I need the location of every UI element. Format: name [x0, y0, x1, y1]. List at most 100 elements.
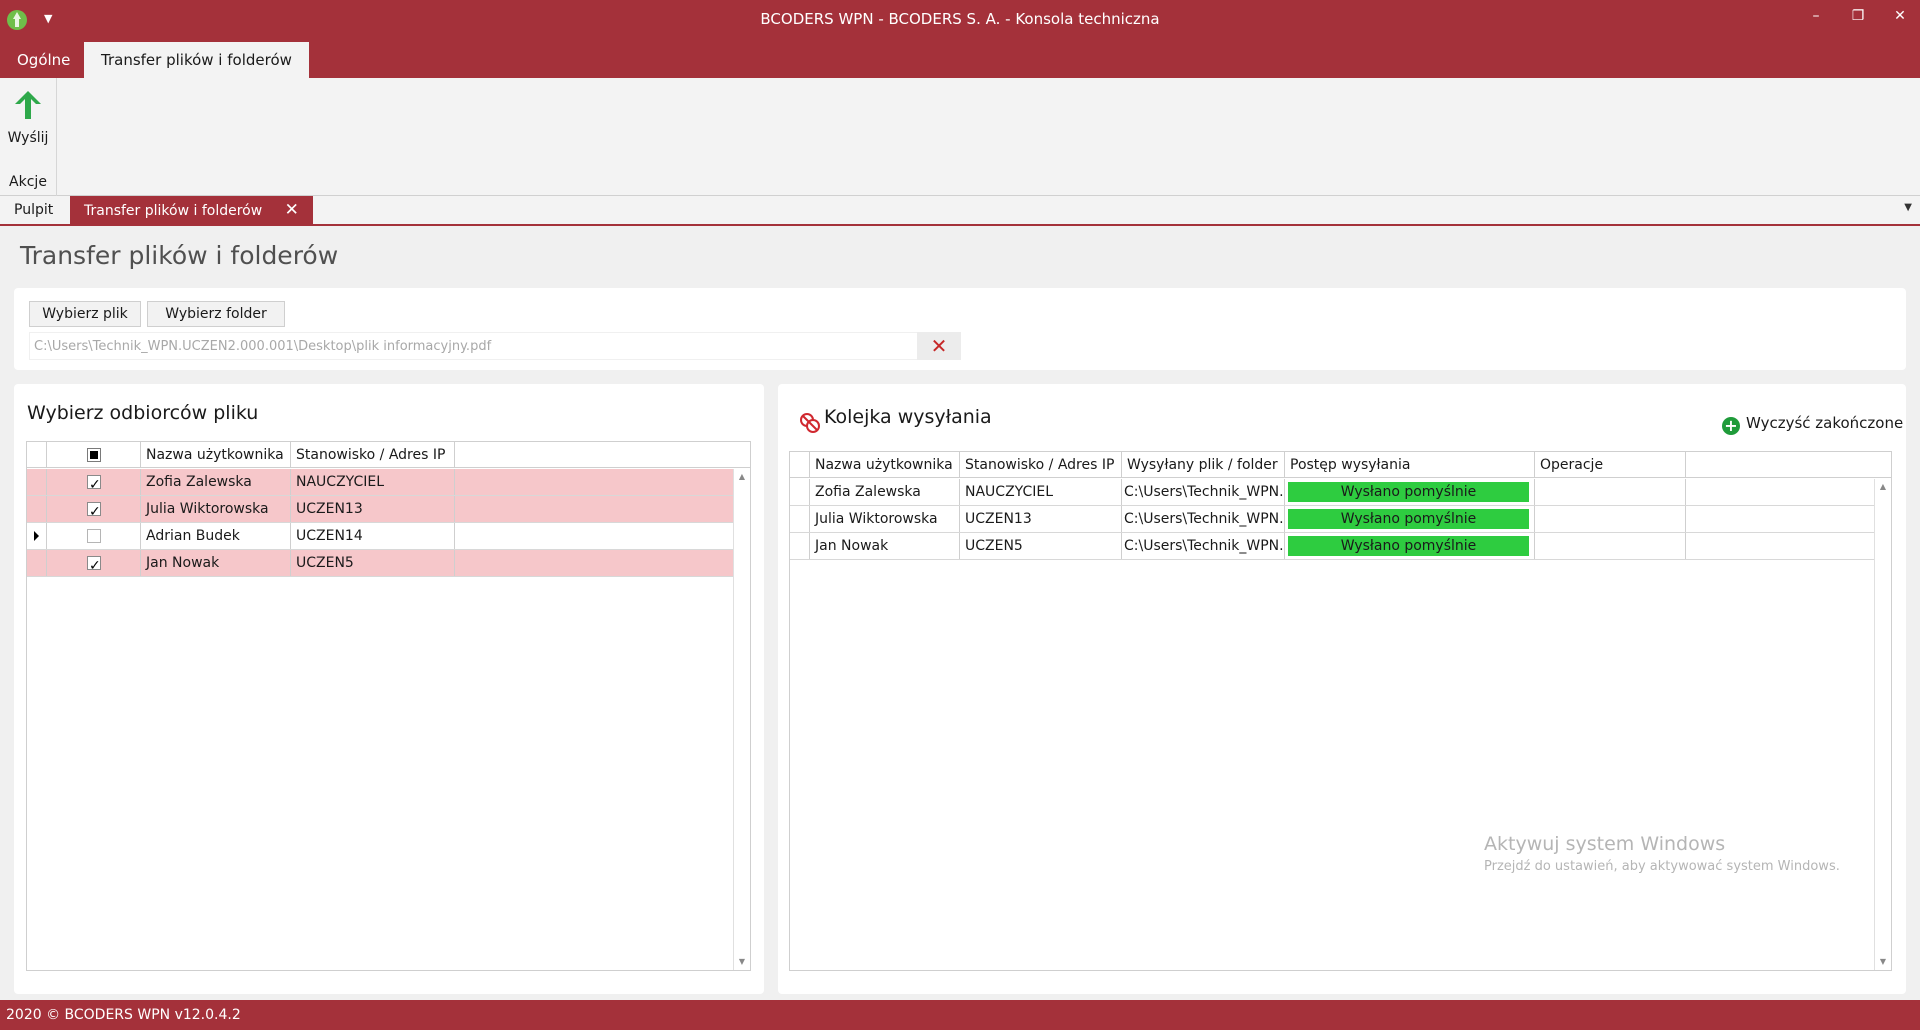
- page-title: Transfer plików i folderów: [20, 241, 339, 270]
- station-cell: UCZEN13: [291, 496, 455, 522]
- status-bar: 2020 © BCODERS WPN v12.0.4.2: [0, 1000, 1920, 1030]
- table-row[interactable]: Jan Nowak UCZEN5 C:\Users\Technik_WPN.U …: [790, 533, 1874, 560]
- ribbon-tab-file-transfer[interactable]: Transfer plików i folderów: [84, 42, 309, 78]
- doc-tab-desktop[interactable]: Pulpit: [0, 196, 67, 224]
- column-header-username[interactable]: Nazwa użytkownika: [141, 442, 291, 467]
- checkmark-icon: ✓: [89, 558, 101, 574]
- operations-cell: [1535, 506, 1686, 532]
- document-tabs: Pulpit Transfer plików i folderów ✕ ▼: [0, 196, 1920, 226]
- row-indicator-header: [790, 452, 810, 477]
- plus-circle-icon: +: [1722, 417, 1740, 435]
- queue-grid: Nazwa użytkownika Stanowisko / Adres IP …: [789, 451, 1892, 971]
- username-cell: Adrian Budek: [141, 523, 291, 549]
- tabs-dropdown-icon[interactable]: ▼: [1904, 202, 1912, 213]
- no-entry-icon: [800, 413, 820, 433]
- doc-tab-file-transfer[interactable]: Transfer plików i folderów ✕: [70, 196, 313, 224]
- file-cell: C:\Users\Technik_WPN.U: [1122, 479, 1285, 505]
- progress-cell: Wysłano pomyślnie: [1285, 533, 1535, 559]
- username-cell: Zofia Zalewska: [810, 479, 960, 505]
- station-cell: UCZEN13: [960, 506, 1122, 532]
- checkbox-cell[interactable]: ✓: [47, 469, 141, 495]
- progress-cell: Wysłano pomyślnie: [1285, 506, 1535, 532]
- username-cell: Jan Nowak: [810, 533, 960, 559]
- progress-bar: Wysłano pomyślnie: [1287, 481, 1530, 503]
- table-row[interactable]: ✓ Zofia Zalewska NAUCZYCIEL: [27, 469, 733, 496]
- recipients-grid-header: Nazwa użytkownika Stanowisko / Adres IP: [27, 442, 750, 468]
- row-indicator-header: [27, 442, 47, 467]
- queue-grid-header: Nazwa użytkownika Stanowisko / Adres IP …: [790, 452, 1891, 478]
- column-header-file[interactable]: Wysyłany plik / folder: [1122, 452, 1285, 477]
- column-header-progress[interactable]: Postęp wysyłania: [1285, 452, 1535, 477]
- queue-title: Kolejka wysyłania: [824, 406, 992, 428]
- file-path-field[interactable]: C:\Users\Technik_WPN.UCZEN2.000.001\Desk…: [29, 332, 929, 360]
- row-indicator-cell: [790, 479, 810, 505]
- row-checkbox[interactable]: [87, 529, 101, 543]
- doc-tab-label: Transfer plików i folderów: [84, 203, 263, 219]
- username-cell: Zofia Zalewska: [141, 469, 291, 495]
- checkbox-cell[interactable]: ✓: [47, 496, 141, 522]
- clear-finished-label: Wyczyść zakończone: [1746, 414, 1904, 432]
- progress-bar: Wysłano pomyślnie: [1287, 508, 1530, 530]
- column-header-operations[interactable]: Operacje: [1535, 452, 1686, 477]
- row-indicator-cell: [790, 533, 810, 559]
- close-window-button[interactable]: ✕: [1880, 4, 1920, 28]
- window-title: BCODERS WPN - BCODERS S. A. - Konsola te…: [760, 10, 1160, 28]
- row-indicator-cell: [27, 550, 47, 576]
- restore-button[interactable]: ❐: [1838, 4, 1878, 28]
- checkbox-cell[interactable]: ✓: [47, 550, 141, 576]
- row-checkbox[interactable]: ✓: [87, 502, 101, 520]
- recipients-scrollbar[interactable]: ▲ ▼: [733, 469, 750, 970]
- scroll-down-icon[interactable]: ▼: [734, 954, 750, 970]
- recipients-grid: Nazwa użytkownika Stanowisko / Adres IP …: [26, 441, 751, 971]
- doc-tab-label: Pulpit: [14, 202, 54, 218]
- progress-bar: Wysłano pomyślnie: [1287, 535, 1530, 557]
- send-button[interactable]: Wyślij: [4, 86, 52, 156]
- ribbon-group-actions: Wyślij Akcje: [0, 78, 57, 196]
- column-header-username[interactable]: Nazwa użytkownika: [810, 452, 960, 477]
- choose-folder-button[interactable]: Wybierz folder: [147, 301, 285, 327]
- ribbon-group-label: Akcje: [9, 174, 47, 190]
- table-row[interactable]: ✓ Jan Nowak UCZEN5: [27, 550, 733, 577]
- title-bar: ▼ BCODERS WPN - BCODERS S. A. - Konsola …: [0, 0, 1920, 40]
- choose-file-button[interactable]: Wybierz plik: [29, 301, 141, 327]
- row-checkbox[interactable]: ✓: [87, 556, 101, 574]
- table-row[interactable]: Adrian Budek UCZEN14: [27, 523, 733, 550]
- queue-card: Kolejka wysyłania + Wyczyść zakończone Na…: [778, 384, 1906, 994]
- table-row[interactable]: Zofia Zalewska NAUCZYCIEL C:\Users\Techn…: [790, 479, 1874, 506]
- file-cell: C:\Users\Technik_WPN.U: [1122, 533, 1285, 559]
- ribbon-tab-general[interactable]: Ogólne: [0, 42, 87, 78]
- close-icon[interactable]: ✕: [285, 196, 299, 224]
- arrow-up-icon: [15, 91, 41, 119]
- station-cell: UCZEN5: [291, 550, 455, 576]
- row-checkbox[interactable]: ✓: [87, 475, 101, 493]
- clear-path-button[interactable]: ✕: [917, 332, 961, 360]
- windows-activation-title: Aktywuj system Windows: [1484, 833, 1726, 855]
- scroll-up-icon[interactable]: ▲: [1875, 479, 1891, 495]
- row-indicator-cell: [27, 523, 47, 549]
- username-cell: Jan Nowak: [141, 550, 291, 576]
- column-header-station[interactable]: Stanowisko / Adres IP: [960, 452, 1122, 477]
- select-all-cell[interactable]: [47, 442, 141, 467]
- file-cell: C:\Users\Technik_WPN.U: [1122, 506, 1285, 532]
- close-icon: ✕: [930, 334, 948, 358]
- minimize-button[interactable]: –: [1796, 4, 1836, 28]
- station-cell: UCZEN5: [960, 533, 1122, 559]
- main-content: Transfer plików i folderów Wybierz plik …: [0, 226, 1920, 1000]
- checkbox-cell[interactable]: [47, 523, 141, 549]
- recipients-title: Wybierz odbiorców pliku: [27, 402, 259, 424]
- row-indicator-cell: [27, 496, 47, 522]
- station-cell: UCZEN14: [291, 523, 455, 549]
- column-header-station[interactable]: Stanowisko / Adres IP: [291, 442, 455, 467]
- select-all-checkbox[interactable]: [87, 448, 101, 462]
- progress-cell: Wysłano pomyślnie: [1285, 479, 1535, 505]
- queue-scrollbar[interactable]: ▲ ▼: [1874, 479, 1891, 970]
- scroll-down-icon[interactable]: ▼: [1875, 954, 1891, 970]
- operations-cell: [1535, 479, 1686, 505]
- send-button-label: Wyślij: [7, 130, 49, 146]
- file-selection-card: Wybierz plik Wybierz folder C:\Users\Tec…: [14, 288, 1906, 370]
- table-row[interactable]: Julia Wiktorowska UCZEN13 C:\Users\Techn…: [790, 506, 1874, 533]
- clear-finished-button[interactable]: + Wyczyść zakończone: [1722, 414, 1903, 435]
- table-row[interactable]: ✓ Julia Wiktorowska UCZEN13: [27, 496, 733, 523]
- station-cell: NAUCZYCIEL: [291, 469, 455, 495]
- scroll-up-icon[interactable]: ▲: [734, 469, 750, 485]
